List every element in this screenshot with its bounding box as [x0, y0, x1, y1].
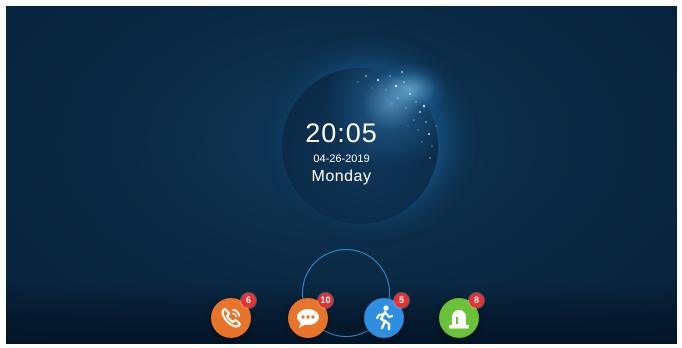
alarm-button[interactable]: 8 — [439, 293, 484, 338]
clock-time: 20:05 — [305, 118, 378, 148]
clock-date: 04-26-2019 — [313, 153, 370, 165]
call-log-badge: 6 — [241, 293, 256, 308]
clock-day: Monday — [311, 168, 372, 185]
home-screen: 20:05 04-26-2019 Monday 6 10 5 8 — [6, 6, 677, 344]
motion-events-badge: 5 — [394, 293, 409, 308]
alarm-badge: 8 — [469, 293, 484, 308]
messages-badge: 10 — [318, 293, 333, 308]
call-log-button[interactable]: 6 — [211, 293, 256, 338]
messages-button[interactable]: 10 — [288, 293, 333, 338]
motion-events-button[interactable]: 5 — [364, 293, 409, 338]
clock-display: 20:05 04-26-2019 Monday — [6, 118, 677, 187]
